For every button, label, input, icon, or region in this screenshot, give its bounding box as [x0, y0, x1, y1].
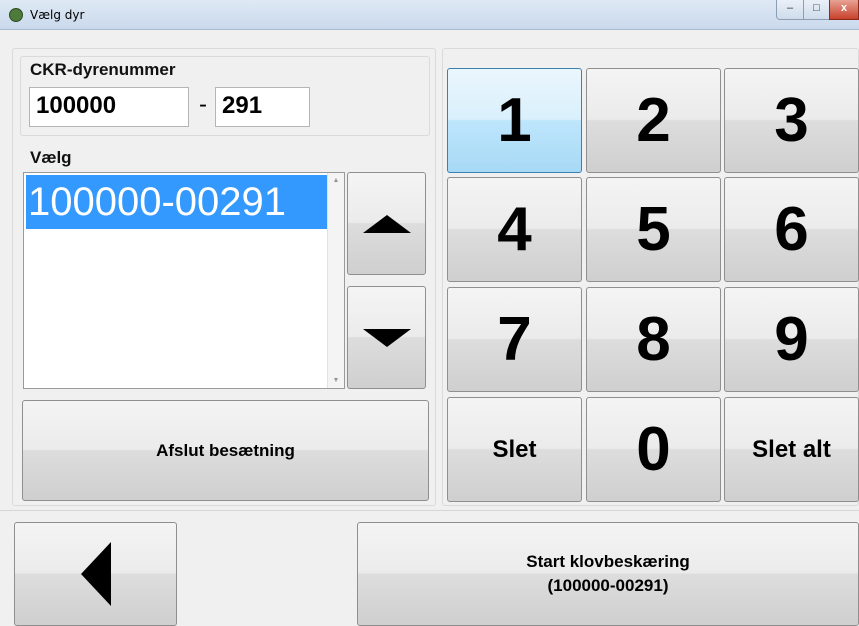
close-button[interactable]: x: [829, 0, 859, 20]
key-label: 4: [497, 194, 532, 264]
key-delete-all[interactable]: Slet alt: [724, 397, 859, 502]
ckr-separator: -: [199, 91, 207, 118]
finish-herd-button[interactable]: Afslut besætning: [22, 400, 429, 501]
key-label: 7: [497, 304, 532, 374]
ckr-label: CKR-dyrenummer: [30, 60, 176, 79]
key-9[interactable]: 9: [724, 287, 859, 392]
scroll-down-arrow-icon[interactable]: ▼: [328, 377, 344, 384]
triangle-up-icon: [362, 214, 411, 233]
key-label: Slet alt: [752, 435, 831, 463]
key-label: 3: [774, 85, 809, 155]
finish-herd-label: Afslut besætning: [156, 440, 295, 460]
maximize-button[interactable]: □: [803, 0, 830, 20]
app-icon: [9, 8, 23, 22]
scroll-up-arrow-icon[interactable]: ▲: [328, 177, 344, 184]
triangle-left-icon: [80, 542, 111, 606]
list-item[interactable]: 100000-00291: [26, 175, 328, 229]
start-hoof-trimming-label: Start klovbeskæring (100000-00291): [358, 550, 858, 598]
key-3[interactable]: 3: [724, 68, 859, 173]
key-label: 8: [636, 304, 671, 374]
start-label-line2: (100000-00291): [547, 576, 669, 595]
move-down-button[interactable]: [347, 286, 426, 389]
key-label: 1: [497, 85, 532, 155]
listbox-scrollbar[interactable]: ▲ ▼: [327, 173, 344, 388]
start-hoof-trimming-button[interactable]: Start klovbeskæring (100000-00291): [357, 522, 859, 626]
key-label: 2: [636, 85, 671, 155]
key-label: 5: [636, 194, 671, 264]
window-title: Vælg dyr: [30, 8, 85, 22]
select-label: Vælg: [30, 148, 72, 167]
key-label: 6: [774, 194, 809, 264]
key-7[interactable]: 7: [447, 287, 582, 392]
key-label: Slet: [492, 435, 537, 463]
minimize-icon: –: [786, 2, 794, 14]
key-6[interactable]: 6: [724, 177, 859, 282]
close-icon: x: [840, 2, 848, 14]
animal-listbox[interactable]: 100000-00291 ▲ ▼: [23, 172, 345, 389]
animal-number-input[interactable]: 291: [215, 87, 310, 127]
back-button[interactable]: [14, 522, 177, 626]
key-label: 0: [636, 414, 671, 484]
minimize-button[interactable]: –: [776, 0, 804, 20]
start-label-line1: Start klovbeskæring: [526, 552, 690, 571]
maximize-icon: □: [813, 2, 820, 14]
window-titlebar: Vælg dyr – □ x: [0, 0, 859, 30]
move-up-button[interactable]: [347, 172, 426, 275]
key-label: 9: [774, 304, 809, 374]
divider: [0, 510, 859, 511]
key-4[interactable]: 4: [447, 177, 582, 282]
key-8[interactable]: 8: [586, 287, 721, 392]
herd-number-input[interactable]: 100000: [29, 87, 189, 127]
triangle-down-icon: [362, 328, 411, 347]
key-delete[interactable]: Slet: [447, 397, 582, 502]
key-1[interactable]: 1: [447, 68, 582, 173]
key-5[interactable]: 5: [586, 177, 721, 282]
key-0[interactable]: 0: [586, 397, 721, 502]
key-2[interactable]: 2: [586, 68, 721, 173]
